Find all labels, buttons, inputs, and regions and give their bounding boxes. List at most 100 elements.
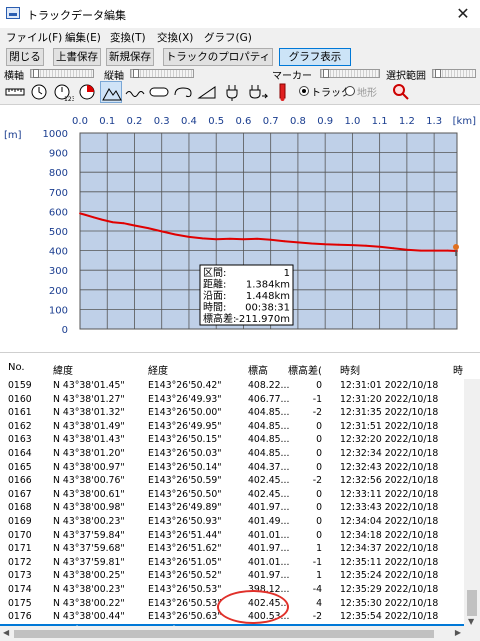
x-tick-label: 1.1 bbox=[372, 116, 388, 127]
table-cell: 0162 bbox=[8, 420, 32, 432]
x-tick-label: 0.5 bbox=[208, 116, 224, 127]
table-cell: 401.49... bbox=[248, 516, 290, 527]
elevation-chart[interactable]: 1000 900 800 700 600 500 400 300 200 100 0 0.0 0.1 0.… bbox=[0, 104, 480, 352]
table-row[interactable]: 0167 N 43°38'00.61" E143°26'50.50" 402.45..… bbox=[0, 488, 464, 502]
horizontal-scrollbar[interactable]: ◀ ▶ bbox=[0, 626, 464, 641]
table-cell: 12:35:11 2022/10/18 bbox=[340, 556, 439, 568]
table-cell: 12:31:01 2022/10/18 bbox=[340, 380, 439, 391]
table-cell: N 43°38'00.22" bbox=[53, 597, 125, 609]
data-point bbox=[84, 214, 87, 216]
track-radio[interactable] bbox=[299, 86, 309, 96]
x-tick-label: 0.3 bbox=[154, 116, 170, 127]
close-button[interactable]: 閉じる bbox=[6, 48, 44, 66]
data-point bbox=[433, 249, 435, 252]
title-bar: トラックデータ編集 ✕ bbox=[0, 0, 480, 28]
table-cell: N 43°37'59.68" bbox=[53, 543, 125, 555]
col-elev-header[interactable]: 標高 bbox=[248, 362, 268, 377]
col-elevdiff-header[interactable]: 標高差( bbox=[288, 362, 322, 377]
table-cell: 0167 bbox=[8, 488, 32, 500]
table-row[interactable]: 0160 N 43°38'01.27" E143°26'49.93" 406.77..… bbox=[0, 393, 464, 407]
table-row[interactable]: 0169 N 43°38'00.23" E143°26'50.93" 401.49..… bbox=[0, 515, 464, 529]
col-time-header[interactable]: 時刻 bbox=[340, 362, 360, 377]
table-cell: E143°26'50.93" bbox=[148, 516, 222, 527]
table-cell: E143°26'50.53" bbox=[148, 597, 222, 609]
pie-clock-icon[interactable] bbox=[76, 81, 98, 103]
table-cell: 12:35:30 2022/10/18 bbox=[340, 597, 439, 609]
data-point bbox=[337, 243, 340, 246]
wave-line-icon[interactable] bbox=[124, 81, 146, 103]
table-cell: 401.01... bbox=[248, 556, 290, 568]
y-tick-label: 100 bbox=[49, 305, 68, 316]
mountain-icon[interactable] bbox=[100, 81, 122, 103]
slope-icon[interactable] bbox=[196, 81, 218, 103]
table-row[interactable]: 0172 N 43°37'59.81" E143°26'51.05" 401.01..… bbox=[0, 556, 464, 570]
table-cell: 12:32:43 2022/10/18 bbox=[340, 461, 439, 473]
end-marker-head bbox=[453, 243, 459, 250]
table-cell: 0165 bbox=[8, 461, 32, 473]
table-row[interactable]: 0163 N 43°38'01.43" E143°26'50.15" 404.85..… bbox=[0, 433, 464, 447]
ruler-icon[interactable] bbox=[4, 81, 26, 103]
table-cell: 12:31:51 2022/10/18 bbox=[340, 420, 439, 432]
table-cell: E143°26'50.52" bbox=[148, 570, 222, 582]
table-row[interactable]: 0161 N 43°38'01.32" E143°26'50.00" 404.85..… bbox=[0, 406, 464, 420]
menu-file[interactable]: ファイル(F) bbox=[6, 30, 62, 45]
table-cell: 12:35:54 2022/10/18 bbox=[340, 611, 439, 623]
table-cell: -4 bbox=[312, 584, 322, 595]
x-tick-label: 0.8 bbox=[290, 116, 306, 127]
table-row[interactable]: 0159 N 43°38'01.45" E143°26'50.42" 408.22..… bbox=[0, 379, 464, 393]
table-cell: E143°26'50.00" bbox=[148, 407, 222, 419]
table-cell: E143°26'50.50" bbox=[148, 488, 222, 500]
tooltip-label: 沿面: bbox=[203, 290, 226, 302]
table-cell: E143°26'50.14" bbox=[148, 461, 222, 473]
h-axis-slider[interactable] bbox=[30, 69, 94, 78]
data-point bbox=[100, 218, 103, 221]
table-row[interactable]: 0164 N 43°38'01.20" E143°26'50.03" 404.85..… bbox=[0, 447, 464, 461]
marker-pin-icon[interactable] bbox=[272, 81, 294, 103]
menu-exchange[interactable]: 交換(X) bbox=[157, 30, 193, 45]
table-cell: 0 bbox=[316, 502, 322, 514]
table-cell: 12:31:20 2022/10/18 bbox=[340, 393, 439, 405]
track-properties-button[interactable]: トラックのプロパティ bbox=[163, 48, 273, 66]
col-lon-header[interactable]: 経度 bbox=[148, 362, 168, 377]
tooltip-value: 1.448km bbox=[246, 291, 290, 302]
col-no-header[interactable]: No. bbox=[8, 362, 25, 373]
timer-icon[interactable]: 123 bbox=[52, 81, 76, 103]
table-cell: 404.85... bbox=[248, 407, 290, 419]
terrain-radio[interactable] bbox=[345, 86, 355, 96]
data-point bbox=[256, 237, 258, 240]
x-tick-label: 1.3 bbox=[426, 116, 442, 127]
selection-range-slider[interactable] bbox=[432, 69, 476, 78]
show-graph-button[interactable]: グラフ表示 bbox=[279, 48, 351, 66]
table-cell: N 43°38'00.76" bbox=[53, 475, 125, 487]
marker-slider[interactable] bbox=[320, 69, 380, 78]
table-cell: 402.45... bbox=[248, 475, 290, 487]
elevation-chart-svg[interactable]: 100090080070060050040030020010000.0 0.1 0.… bbox=[0, 105, 480, 353]
plug-arrow-icon[interactable] bbox=[246, 81, 269, 103]
col-extra-header[interactable]: 時 bbox=[453, 362, 463, 377]
table-cell: E143°26'51.44" bbox=[148, 529, 222, 541]
loop-icon[interactable] bbox=[172, 81, 194, 103]
vertical-scrollbar[interactable]: ▼ bbox=[464, 379, 480, 641]
table-cell: 12:35:29 2022/10/18 bbox=[340, 584, 439, 595]
table-row[interactable]: 0170 N 43°37'59.84" E143°26'51.44" 401.01..… bbox=[0, 529, 464, 543]
close-window-icon[interactable]: ✕ bbox=[446, 0, 480, 28]
smooth-line-icon[interactable] bbox=[148, 81, 170, 103]
menu-edit[interactable]: 編集(E) bbox=[65, 30, 101, 45]
new-save-button[interactable]: 新規保存 bbox=[106, 48, 154, 66]
v-axis-slider[interactable] bbox=[130, 69, 194, 78]
menu-graph[interactable]: グラフ(G) bbox=[204, 30, 252, 45]
col-lat-header[interactable]: 緯度 bbox=[53, 362, 73, 377]
table-row[interactable]: 0168 N 43°38'00.98" E143°26'49.89" 401.97..… bbox=[0, 501, 464, 515]
table-row[interactable]: 0162 N 43°38'01.49" E143°26'49.95" 404.85..… bbox=[0, 420, 464, 434]
table-row[interactable]: 0173 N 43°38'00.25" E143°26'50.52" 401.97..… bbox=[0, 569, 464, 583]
size-grip bbox=[464, 626, 480, 641]
search-map-icon[interactable] bbox=[390, 81, 412, 103]
overwrite-save-button[interactable]: 上書保存 bbox=[53, 48, 101, 66]
table-row[interactable]: 0166 N 43°38'00.76" E143°26'50.59" 402.45..… bbox=[0, 474, 464, 488]
clock-icon[interactable] bbox=[28, 81, 50, 103]
table-row[interactable]: 0171 N 43°37'59.68" E143°26'51.62" 401.97..… bbox=[0, 542, 464, 556]
plug-icon[interactable] bbox=[222, 81, 244, 103]
table-row[interactable]: 0165 N 43°38'00.97" E143°26'50.14" 404.37..… bbox=[0, 461, 464, 475]
table-cell: 12:34:04 2022/10/18 bbox=[340, 516, 439, 527]
menu-convert[interactable]: 変換(T) bbox=[110, 30, 146, 45]
